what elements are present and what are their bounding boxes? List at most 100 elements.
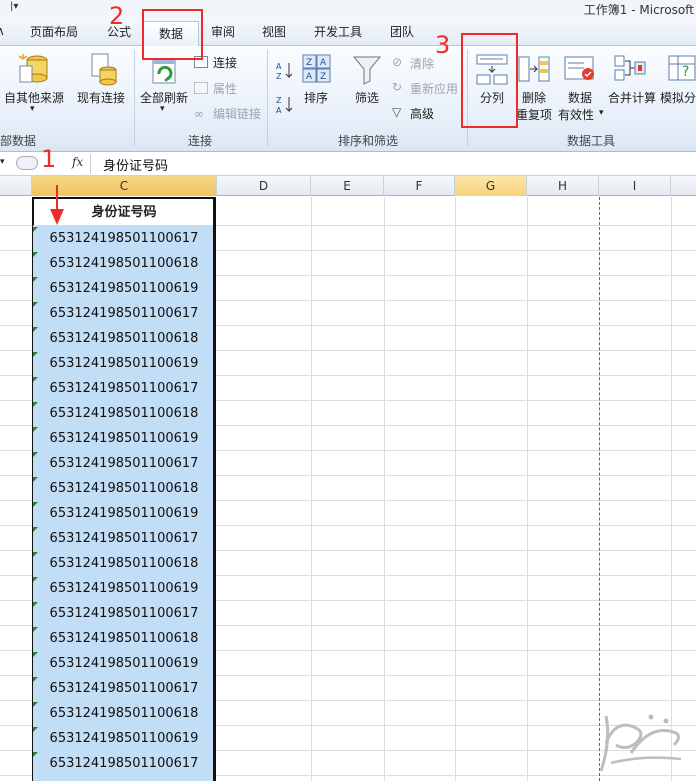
consolidate-icon (614, 54, 646, 87)
formula-input[interactable]: 身份证号码 (103, 155, 168, 174)
edit-links-button[interactable]: 编辑链接 (213, 105, 261, 122)
cell-value: 653124198501100618 (49, 706, 199, 721)
svg-text:Z: Z (320, 72, 326, 82)
ribbon-tabs: ∧ 页面布局 公式 数据 审阅 视图 开发工具 团队 (0, 18, 696, 47)
id-number-cell[interactable]: 653124198501100618 (32, 251, 216, 276)
worksheet-grid[interactable]: 身份证号码 653124198501100617 6531241985011006… (0, 197, 696, 781)
cell-value: 653124198501100617 (49, 756, 199, 771)
existing-connections-icon (88, 52, 118, 89)
clear-button[interactable]: 清除 (410, 55, 434, 72)
id-number-cell[interactable]: 653124198501100619 (32, 276, 216, 301)
tab-team[interactable]: 团队 (390, 23, 414, 40)
cell-value: 653124198501100618 (49, 481, 199, 496)
existing-connections-button[interactable]: 现有连接 (77, 89, 125, 106)
number-as-text-indicator-icon (33, 527, 38, 532)
sort-dialog-icon: Z A A Z (302, 54, 332, 87)
id-number-cell[interactable]: 653124198501100619 (32, 576, 216, 601)
sort-button[interactable]: 排序 (304, 89, 328, 106)
id-number-cell[interactable]: 653124198501100619 (32, 426, 216, 451)
formula-bar-splitter[interactable] (16, 156, 38, 170)
consolidate-button[interactable]: 合并计算 (608, 89, 656, 106)
group-separator (267, 50, 268, 146)
sort-za-icon[interactable]: ZA (276, 94, 294, 119)
number-as-text-indicator-icon (33, 352, 38, 357)
other-sources-icon (17, 52, 51, 89)
insert-function-icon[interactable]: fx (72, 155, 83, 169)
column-headers: C D E F G H I (0, 176, 696, 196)
number-as-text-indicator-icon (33, 502, 38, 507)
id-number-cell[interactable]: 653124198501100617 (32, 376, 216, 401)
grid-line (384, 197, 385, 781)
id-number-cell[interactable]: 653124198501100617 (32, 451, 216, 476)
column-header-b[interactable] (0, 176, 32, 196)
column-header-g[interactable]: G (455, 176, 527, 196)
grid-line (671, 197, 672, 781)
tab-page-layout[interactable]: 页面布局 (30, 23, 78, 40)
title-bar: |▾ 工作簿1 - Microsoft (0, 0, 696, 18)
svg-text:Z: Z (276, 72, 282, 81)
data-validation-dropdown-icon[interactable]: ▾ (599, 108, 604, 118)
reapply-button[interactable]: 重新应用 (410, 80, 458, 97)
id-number-cell[interactable]: 653124198501100617 (32, 301, 216, 326)
data-validation-label-2[interactable]: 有效性 (558, 106, 594, 123)
remove-duplicates-label-2[interactable]: 重复项 (516, 106, 552, 123)
selection-border-left (32, 197, 33, 781)
id-number-cell[interactable]: 653124198501100617 (32, 601, 216, 626)
refresh-all-icon (150, 56, 180, 89)
quick-access-dropdown-icon[interactable]: |▾ (10, 1, 18, 12)
svg-text:?: ? (682, 64, 689, 80)
column-header-h[interactable]: H (527, 176, 599, 196)
id-number-cell[interactable]: 653124198501100619 (32, 726, 216, 751)
data-validation-label-1[interactable]: 数据 (568, 89, 592, 106)
remove-duplicates-label-1[interactable]: 删除 (522, 89, 546, 106)
id-number-cell[interactable]: 653124198501100618 (32, 476, 216, 501)
tab-developer[interactable]: 开发工具 (314, 23, 362, 40)
svg-text:Z: Z (276, 96, 282, 105)
number-as-text-indicator-icon (33, 227, 38, 232)
id-number-cell[interactable]: 653124198501100618 (32, 701, 216, 726)
column-header-d[interactable]: D (217, 176, 311, 196)
cell-value: 653124198501100618 (49, 256, 199, 271)
column-header-f[interactable]: F (384, 176, 455, 196)
advanced-filter-icon: ▽ (392, 105, 402, 119)
selected-column-c[interactable]: 身份证号码 653124198501100617 6531241985011006… (32, 197, 216, 781)
number-as-text-indicator-icon (33, 552, 38, 557)
number-as-text-indicator-icon (33, 277, 38, 282)
id-number-cell[interactable]: 653124198501100618 (32, 326, 216, 351)
cell-value: 653124198501100619 (49, 506, 199, 521)
number-as-text-indicator-icon (33, 477, 38, 482)
filter-button[interactable]: 筛选 (355, 89, 379, 106)
name-box-dropdown-icon[interactable]: ▾ (0, 157, 5, 167)
advanced-button[interactable]: 高级 (410, 105, 434, 122)
reapply-icon: ↻ (392, 80, 403, 94)
from-other-sources-dropdown-icon[interactable]: ▾ (30, 104, 35, 114)
column-header-e[interactable]: E (311, 176, 384, 196)
id-number-cell[interactable]: 653124198501100618 (32, 626, 216, 651)
cell-value: 653124198501100619 (49, 356, 199, 371)
id-number-cell[interactable]: 653124198501100618 (32, 401, 216, 426)
refresh-all-dropdown-icon[interactable]: ▾ (160, 104, 165, 114)
cell-value: 653124198501100619 (49, 431, 199, 446)
svg-text:A: A (276, 62, 282, 71)
tab-view[interactable]: 视图 (262, 23, 286, 40)
number-as-text-indicator-icon (33, 627, 38, 632)
properties-button[interactable]: 属性 (213, 80, 237, 97)
id-number-cell[interactable]: 653124198501100617 (32, 526, 216, 551)
id-number-cell[interactable]: 653124198501100617 (32, 751, 216, 776)
what-if-button[interactable]: 模拟分 (660, 89, 696, 106)
grid-line (527, 197, 528, 781)
tab-review[interactable]: 审阅 (211, 23, 235, 40)
column-header-i[interactable]: I (599, 176, 671, 196)
id-number-cell[interactable]: 653124198501100619 (32, 351, 216, 376)
id-number-cell[interactable]: 653124198501100617 (32, 676, 216, 701)
cell-value: 653124198501100617 (49, 306, 199, 321)
id-number-cell[interactable]: 653124198501100618 (32, 551, 216, 576)
id-number-cell[interactable]: 653124198501100619 (32, 501, 216, 526)
connections-button[interactable]: 连接 (213, 54, 237, 71)
number-as-text-indicator-icon (33, 327, 38, 332)
cell-value: 653124198501100617 (49, 231, 199, 246)
sort-az-icon[interactable]: AZ (276, 60, 294, 85)
grid-line (455, 197, 456, 781)
svg-text:Z: Z (306, 58, 312, 68)
id-number-cell[interactable]: 653124198501100619 (32, 651, 216, 676)
